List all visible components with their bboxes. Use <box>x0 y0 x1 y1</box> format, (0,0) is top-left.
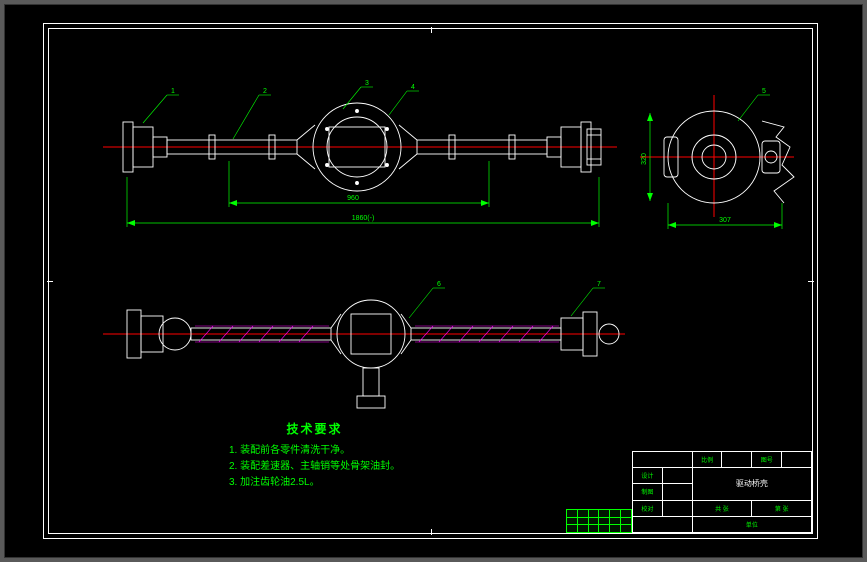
tb-part-name: 驱动桥壳 <box>692 468 811 500</box>
technical-notes: 技术要求 1. 装配前各零件清洗干净。 2. 装配差速器、主轴销等处骨架油封。 … <box>229 420 400 491</box>
dim-value: 320 <box>641 153 648 165</box>
notes-item: 3. 加注齿轮油2.5L。 <box>229 475 400 491</box>
callout-label: 2 <box>263 88 267 95</box>
callout-label: 7 <box>597 281 601 288</box>
front-view: 1 2 3 4 <box>109 77 609 242</box>
revision-block <box>566 509 632 533</box>
callout-label: 5 <box>762 88 766 95</box>
drawing-frame-inner: 1 2 3 4 <box>48 28 813 534</box>
tb-check-label: 校对 <box>633 500 663 516</box>
dim-value: 960 <box>347 195 359 202</box>
drawing-area[interactable]: 1 2 3 4 <box>49 29 812 533</box>
notes-title: 技术要求 <box>229 420 400 439</box>
title-block: 比例 图号 设计 驱动桥壳 制图 <box>632 451 812 533</box>
callout-label: 3 <box>365 80 369 87</box>
callout-label: 1 <box>171 88 175 95</box>
tb-design-label: 设计 <box>633 468 663 484</box>
tb-draw-label: 制图 <box>633 484 663 500</box>
drawing-frame-outer: 1 2 3 4 <box>43 23 818 539</box>
dim-value: 307 <box>719 217 731 224</box>
dim-value: 1860(-) <box>352 215 375 222</box>
cad-viewport[interactable]: 1 2 3 4 <box>4 4 863 558</box>
side-view: 5 320 307 <box>634 77 804 247</box>
callout-label: 6 <box>437 281 441 288</box>
tb-sheets-of: 共 张 <box>692 500 752 516</box>
notes-item: 1. 装配前各零件清洗干净。 <box>229 443 400 459</box>
tb-org-label: 单位 <box>692 516 811 532</box>
tb-scale-label: 比例 <box>692 452 722 468</box>
notes-item: 2. 装配差速器、主轴销等处骨架油封。 <box>229 459 400 475</box>
callout-label: 4 <box>411 84 415 91</box>
section-view: 6 7 <box>109 274 619 424</box>
tb-sheet-n: 第 张 <box>752 500 812 516</box>
tb-drawing-no-label: 图号 <box>752 452 782 468</box>
